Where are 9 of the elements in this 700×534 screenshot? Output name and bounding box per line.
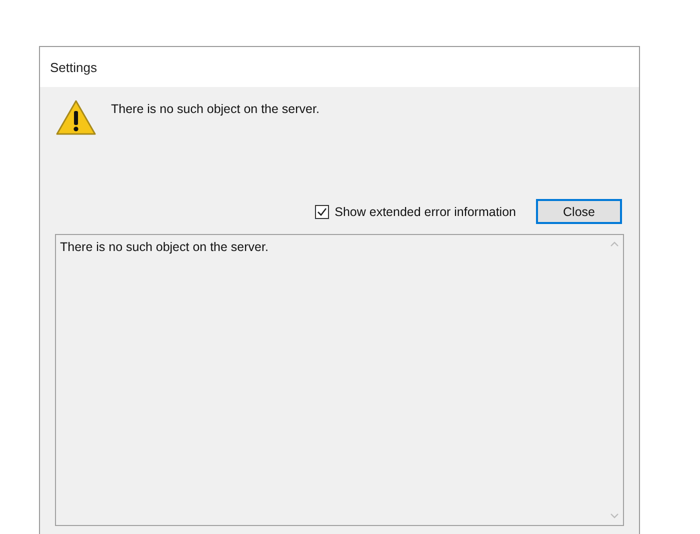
error-message: There is no such object on the server. <box>111 102 320 118</box>
show-details-checkbox[interactable]: Show extended error information <box>314 204 516 218</box>
window-title: Settings <box>50 60 97 74</box>
scroll-up-icon[interactable] <box>610 241 619 247</box>
warning-icon <box>55 99 97 137</box>
close-button[interactable]: Close <box>536 199 622 224</box>
details-field[interactable]: There is no such object on the server. <box>55 234 624 526</box>
checkbox[interactable] <box>314 204 329 218</box>
scroll-down-icon[interactable] <box>610 513 619 519</box>
